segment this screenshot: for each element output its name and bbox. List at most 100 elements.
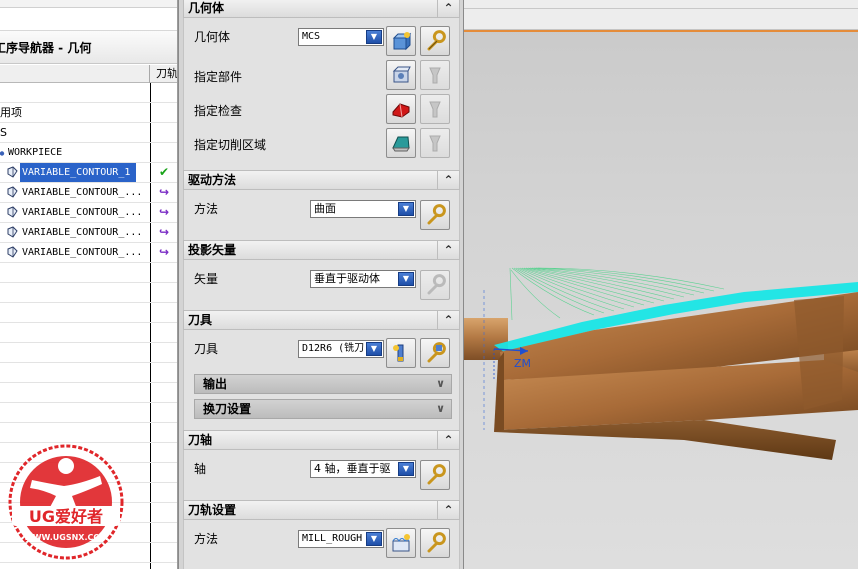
section-title: 投影矢量 — [188, 243, 237, 257]
section-title: 刀轴 — [188, 433, 213, 447]
tree-row-empty — [0, 343, 177, 363]
tree-row-label: VARIABLE_CONTOUR_1 — [20, 163, 137, 182]
tree-row[interactable]: S — [0, 123, 177, 143]
output-label: 输出 — [203, 377, 228, 391]
dropdown-arrow-icon[interactable]: ▼ — [366, 342, 382, 356]
section-header-path-settings[interactable]: 刀轨设置 ⌃ — [183, 500, 460, 520]
collapse-up-icon[interactable]: ⌃ — [437, 171, 459, 189]
dropdown-arrow-icon[interactable]: ▼ — [398, 202, 414, 216]
select-cut-area-button[interactable] — [386, 128, 416, 158]
select-check-button[interactable] — [386, 94, 416, 124]
tree-row-label: 用项 — [0, 106, 22, 119]
drive-method-select[interactable]: 曲面 ▼ — [310, 200, 416, 218]
regenerate-icon: ↪ — [158, 185, 170, 199]
geometry-select[interactable]: MCS ▼ — [298, 28, 384, 46]
part-model-view[interactable]: ZM — [464, 0, 858, 569]
column-toolpath-header[interactable]: 刀轨 — [151, 65, 177, 83]
new-tool-icon — [393, 344, 404, 362]
section-title: 刀具 — [188, 313, 213, 327]
chevron-down-icon[interactable]: ∨ — [436, 375, 445, 393]
drive-method-value: 曲面 — [314, 202, 336, 215]
vector-value: 垂直于驱动体 — [314, 272, 380, 285]
tree-row-operation[interactable]: VARIABLE_CONTOUR_... ↪ — [0, 183, 177, 203]
graphics-window[interactable]: ZM — [464, 0, 858, 569]
cut-area-icon — [392, 136, 410, 152]
display-check-button[interactable] — [420, 94, 450, 124]
tree-row-workpiece[interactable]: WORKPIECE — [0, 143, 177, 163]
collapse-up-icon[interactable]: ⌃ — [437, 431, 459, 449]
section-header-projection-vector[interactable]: 投影矢量 ⌃ — [183, 240, 460, 260]
column-name-header[interactable] — [0, 65, 150, 83]
tree-row[interactable]: 用项 — [0, 103, 177, 123]
edit-axis-button[interactable] — [420, 460, 450, 490]
section-title: 刀轨设置 — [188, 503, 237, 517]
edit-tool-button[interactable] — [420, 338, 450, 368]
chevron-down-icon[interactable]: ∨ — [436, 400, 445, 418]
tool-select[interactable]: D12R6 (铣刀 ▼ — [298, 340, 384, 358]
axis-select[interactable]: 4 轴，垂直于驱 ▼ — [310, 460, 416, 478]
flashlight-icon — [429, 101, 441, 118]
display-part-button[interactable] — [420, 60, 450, 90]
operation-icon — [6, 226, 19, 239]
specify-cut-area-label: 指定切削区域 — [194, 138, 267, 152]
blade-edge — [494, 352, 504, 432]
dropdown-arrow-icon[interactable]: ▼ — [398, 462, 414, 476]
operation-icon — [6, 206, 19, 219]
collapse-up-icon[interactable]: ⌃ — [437, 501, 459, 519]
tree-row-label: VARIABLE_CONTOUR_... — [22, 207, 143, 218]
collapse-up-icon[interactable]: ⌃ — [437, 241, 459, 259]
dropdown-arrow-icon[interactable]: ▼ — [366, 532, 382, 546]
new-geometry-button[interactable] — [386, 26, 416, 56]
regenerate-icon: ↪ — [158, 225, 170, 239]
collapse-up-icon[interactable]: ⌃ — [437, 0, 459, 17]
tree-row-operation[interactable]: VARIABLE_CONTOUR_... ↪ — [0, 243, 177, 263]
vector-select[interactable]: 垂直于驱动体 ▼ — [310, 270, 416, 288]
new-method-button[interactable] — [386, 528, 416, 558]
edit-method-button[interactable] — [420, 528, 450, 558]
path-method-select[interactable]: MILL_ROUGH ▼ — [298, 530, 384, 548]
tree-row-operation-selected[interactable]: VARIABLE_CONTOUR_1 ✔ — [0, 163, 177, 183]
check-body-icon — [392, 103, 410, 118]
edit-geometry-button[interactable] — [420, 26, 450, 56]
tool-value: D12R6 (铣刀 — [302, 343, 364, 354]
tree-row-empty — [0, 383, 177, 403]
edit-drive-method-button[interactable] — [420, 200, 450, 230]
tree-row-operation[interactable]: VARIABLE_CONTOUR_... ↪ — [0, 203, 177, 223]
section-header-tool-axis[interactable]: 刀轴 ⌃ — [183, 430, 460, 450]
drive-method-label: 方法 — [194, 202, 219, 216]
operation-icon — [6, 246, 19, 259]
section-body-tool: 刀具 D12R6 (铣刀 ▼ 输出 ∨ 换刀设置 ∨ — [183, 330, 460, 430]
tree-row-empty — [0, 283, 177, 303]
tree-row[interactable] — [0, 83, 177, 103]
section-header-geometry[interactable]: 几何体 ⌃ — [183, 0, 460, 18]
tool-label: 刀具 — [194, 342, 219, 356]
navigator-column-header: 刀轨 — [0, 65, 177, 83]
display-cut-area-button[interactable] — [420, 128, 450, 158]
toolchange-subsection[interactable]: 换刀设置 ∨ — [194, 399, 452, 419]
section-body-path-settings: 方法 MILL_ROUGH ▼ — [183, 520, 460, 569]
tree-row-operation[interactable]: VARIABLE_CONTOUR_... ↪ — [0, 223, 177, 243]
zm-axis-label: ZM — [514, 357, 531, 370]
regenerate-icon: ↪ — [158, 245, 170, 259]
operation-navigator: 工序导航器 - 几何 刀轨 用项 S WORKPIECE VARIABLE_CO… — [0, 0, 178, 569]
dropdown-arrow-icon[interactable]: ▼ — [366, 30, 382, 44]
output-subsection[interactable]: 输出 ∨ — [194, 374, 452, 394]
section-body-geometry: 几何体 MCS ▼ 指定部件 指定检查 指定切削区域 — [183, 18, 460, 170]
tree-row-label: VARIABLE_CONTOUR_... — [22, 247, 143, 258]
complete-check-icon: ✔ — [158, 165, 170, 179]
section-header-drive-method[interactable]: 驱动方法 ⌃ — [183, 170, 460, 190]
tree-row-empty — [0, 263, 177, 283]
wrench-icon — [427, 30, 446, 51]
collapse-up-icon[interactable]: ⌃ — [437, 311, 459, 329]
operation-icon — [6, 166, 19, 179]
tree-expander-icon[interactable] — [0, 148, 6, 157]
select-part-button[interactable] — [386, 60, 416, 90]
new-tool-button[interactable] — [386, 338, 416, 368]
section-body-projection-vector: 矢量 垂直于驱动体 ▼ — [183, 260, 460, 310]
variable-contour-dialog: 几何体 ⌃ 几何体 MCS ▼ 指定部件 指定检查 指定切削区域 驱动方法 ⌃ … — [178, 0, 464, 569]
tree-row-label: VARIABLE_CONTOUR_... — [22, 187, 143, 198]
section-header-tool[interactable]: 刀具 ⌃ — [183, 310, 460, 330]
edit-vector-button[interactable] — [420, 270, 450, 300]
dropdown-arrow-icon[interactable]: ▼ — [398, 272, 414, 286]
wrench-icon — [427, 274, 446, 295]
